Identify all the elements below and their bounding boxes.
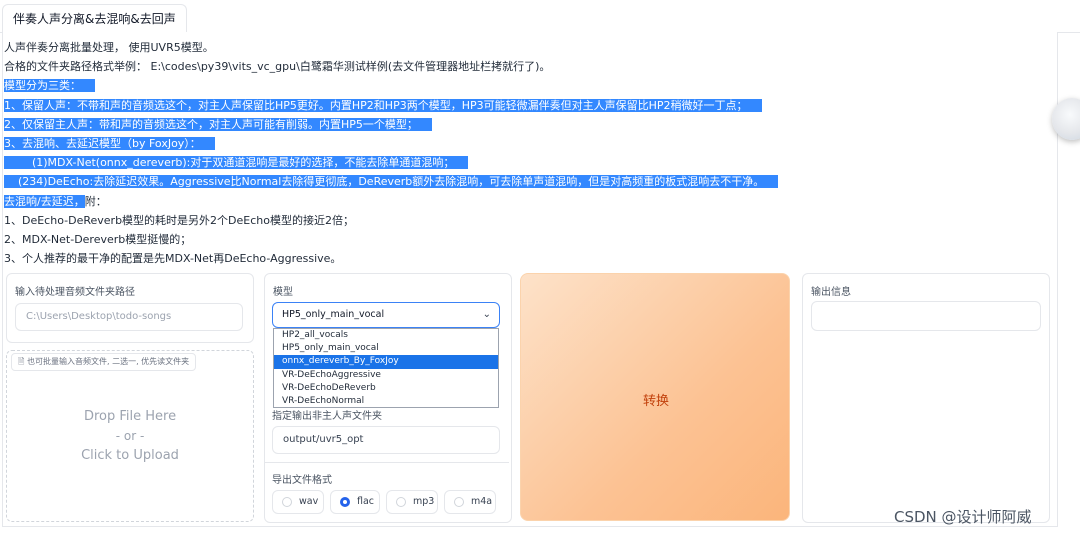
model-options-list: HP2_all_vocals HP5_only_main_vocal onnx_… <box>273 328 499 408</box>
export-format-label: 导出文件格式 <box>272 475 332 486</box>
desc-line: 1、DeEcho-DeReverb模型的耗时是另外2个DeEcho模型的接近2倍… <box>4 213 354 227</box>
model-option[interactable]: HP2_all_vocals <box>274 329 498 342</box>
tab-uvr5[interactable]: 伴奏人声分离&去混响&去回声 <box>2 4 187 34</box>
radio-mp3[interactable]: mp3 <box>386 490 438 514</box>
output-instrumental-field[interactable]: output/uvr5_opt <box>272 426 500 454</box>
or-text: - or - <box>115 429 145 443</box>
convert-button[interactable]: 转换 <box>520 273 790 521</box>
desc-line: 模型分为三类： <box>4 76 1044 95</box>
model-option[interactable]: VR-DeEchoDeReverb <box>274 382 498 395</box>
input-folder-field[interactable]: C:\Users\Desktop\todo-songs <box>15 303 243 331</box>
tab-bar: 伴奏人声分离&去混响&去回声 <box>0 0 1080 34</box>
radio-flac[interactable]: flac <box>330 490 380 514</box>
radio-wav[interactable]: wav <box>272 490 324 514</box>
divider <box>265 462 509 463</box>
desc-line: 去混响/去延迟，附： <box>4 194 107 208</box>
model-option[interactable]: VR-DeEchoNormal <box>274 395 498 408</box>
output-info-field[interactable] <box>811 301 1041 331</box>
desc-line: 合格的文件夹路径格式举例： E:\codes\py39\vits_vc_gpu\… <box>4 60 551 74</box>
desc-line: 3、去混响、去延迟模型（by FoxJoy）： <box>4 134 1044 153</box>
desc-line: 3、个人推荐的最干净的配置是先MDX-Net再DeEcho-Aggressive… <box>4 252 342 266</box>
desc-line: (234)DeEcho:去除延迟效果。Aggressive比Normal去除得更… <box>4 172 1044 191</box>
click-upload-text: Click to Upload <box>81 448 179 463</box>
chevron-down-icon: ⌄ <box>482 309 491 320</box>
input-folder-label: 输入待处理音频文件夹路径 <box>15 287 135 298</box>
watermark: CSDN @设计师阿威 <box>894 508 1032 526</box>
desc-line: 2、仅保留主人声：带和声的音频选这个，对主人声可能有削弱。内置HP5一个模型； <box>4 115 1044 134</box>
radio-m4a[interactable]: m4a <box>444 490 496 514</box>
desc-line: (1)MDX-Net(onnx_dereverb):对于双通道混响是最好的选择，… <box>4 153 1044 172</box>
instructions-text: 人声伴奏分离批量处理， 使用UVR5模型。 合格的文件夹路径格式举例： E:\c… <box>4 38 1044 268</box>
radio-dot <box>282 497 292 507</box>
model-label: 模型 <box>273 287 293 298</box>
input-folder-card: 输入待处理音频文件夹路径 C:\Users\Desktop\todo-songs <box>6 273 254 343</box>
drop-file-text: Drop File Here <box>83 409 177 424</box>
radio-dot-selected <box>340 497 350 507</box>
desc-line: 2、MDX-Net-Dereverb模型挺慢的； <box>4 232 192 246</box>
file-upload-dropzone[interactable]: 🗎 也可批量输入音频文件, 二选一, 优先读文件夹 Drop File Here… <box>6 350 254 522</box>
output-info-card: 输出信息 <box>802 273 1050 523</box>
file-icon: 🗎 <box>18 357 25 366</box>
upload-note: 🗎 也可批量输入音频文件, 二选一, 优先读文件夹 <box>11 353 197 371</box>
model-option[interactable]: VR-DeEchoAggressive <box>274 369 498 382</box>
model-option[interactable]: HP5_only_main_vocal <box>274 342 498 355</box>
model-select[interactable]: HP5_only_main_vocal ⌄ <box>272 302 500 328</box>
model-option-highlighted[interactable]: onnx_dereverb_By_FoxJoy <box>274 355 498 369</box>
convert-label: 转换 <box>642 394 669 409</box>
radio-dot <box>454 497 464 507</box>
radio-dot <box>396 497 406 507</box>
desc-line: 人声伴奏分离批量处理， 使用UVR5模型。 <box>4 41 214 54</box>
output-info-label: 输出信息 <box>811 287 851 298</box>
desc-line: 1、保留人声：不带和声的音频选这个，对主人声保留比HP5更好。内置HP2和HP3… <box>4 96 1044 115</box>
output-instrumental-label: 指定输出非主人声文件夹 <box>272 411 382 422</box>
